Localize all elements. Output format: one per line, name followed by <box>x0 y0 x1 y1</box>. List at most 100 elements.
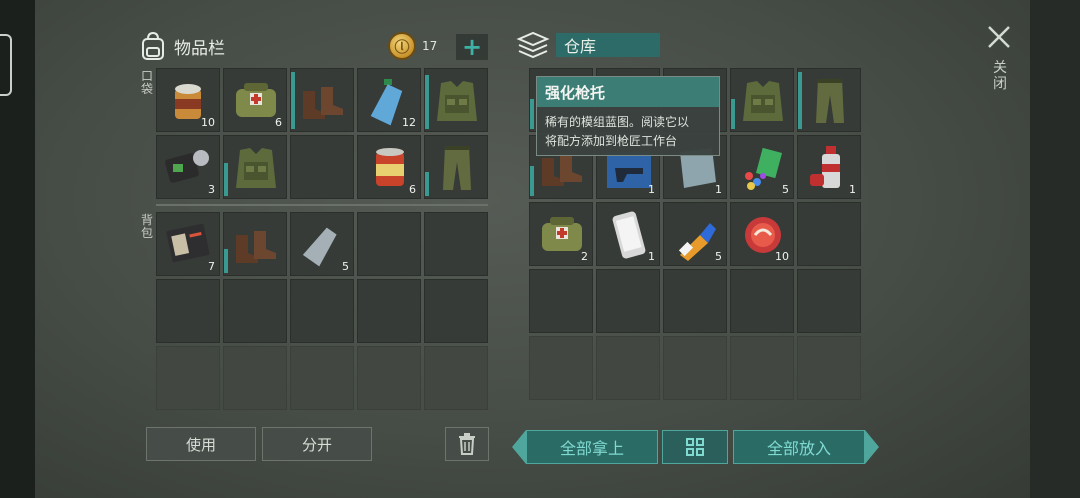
item-slot-camo-vest[interactable] <box>424 68 488 132</box>
put-all-arrow-icon <box>865 430 879 464</box>
item-slot-empty-bottle[interactable]: 5 <box>290 212 354 276</box>
empty-slot[interactable] <box>290 279 354 343</box>
grid-view-icon <box>686 438 704 456</box>
empty-slot[interactable] <box>357 279 421 343</box>
camo-pants-icon <box>816 79 844 123</box>
durability-bar <box>530 99 534 129</box>
item-slot-medkit-bag[interactable]: 2 <box>529 202 593 266</box>
backpack-grid: 75 <box>156 212 488 410</box>
empty-slot[interactable] <box>156 346 220 410</box>
item-quantity: 3 <box>208 183 215 196</box>
right-edge <box>1030 0 1080 498</box>
empty-slot[interactable] <box>357 212 421 276</box>
item-slot-canned-food-open[interactable]: 10 <box>156 68 220 132</box>
empty-slot[interactable] <box>424 279 488 343</box>
item-quantity: 5 <box>342 260 349 273</box>
item-quantity: 1 <box>715 183 722 196</box>
item-quantity: 10 <box>775 250 789 263</box>
empty-slot[interactable] <box>424 212 488 276</box>
camo-vest-icon <box>437 81 477 121</box>
item-quantity: 5 <box>715 250 722 263</box>
camo-pants-icon <box>443 146 471 190</box>
item-quantity: 12 <box>402 116 416 129</box>
durability-bar <box>291 72 295 129</box>
empty-slot[interactable] <box>290 135 354 199</box>
empty-slot[interactable] <box>663 269 727 333</box>
inventory-header: 物品栏 <box>140 31 225 61</box>
inventory-title: 物品栏 <box>174 38 225 59</box>
grid-view-button[interactable] <box>662 430 728 464</box>
tooltip-line: 稀有的模组蓝图。阅读它以 <box>545 115 690 129</box>
durability-bar <box>798 72 802 129</box>
empty-slot[interactable] <box>663 336 727 400</box>
item-slot-wallet-badge[interactable]: 3 <box>156 135 220 199</box>
trash-icon <box>459 433 475 455</box>
storage-stack-icon <box>516 31 550 59</box>
pockets-grid: 10 6 12 3 6 <box>156 68 488 199</box>
close-label[interactable]: 关闭 <box>992 60 1008 92</box>
item-slot-camo-vest[interactable] <box>730 68 794 132</box>
tooltip-description: 稀有的模组蓝图。阅读它以 将配方添加到枪匠工作台 <box>537 107 719 157</box>
item-slot-notebook[interactable]: 7 <box>156 212 220 276</box>
empty-slot[interactable] <box>223 279 287 343</box>
item-quantity: 6 <box>409 183 416 196</box>
left-edge <box>0 0 35 498</box>
item-slot-gems-cards[interactable]: 5 <box>730 135 794 199</box>
trash-button[interactable] <box>445 427 489 461</box>
item-slot-water-bottle[interactable]: 12 <box>357 68 421 132</box>
item-slot-food-can[interactable]: 6 <box>357 135 421 199</box>
empty-slot[interactable] <box>529 336 593 400</box>
boots-icon <box>303 87 343 119</box>
empty-slot[interactable] <box>730 269 794 333</box>
item-slot-boots[interactable] <box>223 212 287 276</box>
take-all-button[interactable]: 全部拿上 <box>526 430 658 464</box>
tooltip-line: 将配方添加到枪匠工作台 <box>545 134 678 148</box>
item-slot-medkit-bag[interactable]: 6 <box>223 68 287 132</box>
durability-bar <box>731 99 735 129</box>
durability-bar <box>425 75 429 129</box>
add-coins-button[interactable]: + <box>456 34 488 60</box>
empty-slot[interactable] <box>797 269 861 333</box>
empty-slot[interactable] <box>223 346 287 410</box>
backpack-label: 背包 <box>140 213 153 240</box>
empty-slot[interactable] <box>357 346 421 410</box>
empty-slot[interactable] <box>730 336 794 400</box>
item-slot-camo-vest[interactable] <box>223 135 287 199</box>
pockets-label: 口袋 <box>140 69 153 96</box>
item-slot-smartphone[interactable]: 1 <box>596 202 660 266</box>
item-slot-camo-pants[interactable] <box>424 135 488 199</box>
empty-slot[interactable] <box>596 336 660 400</box>
empty-slot[interactable] <box>290 346 354 410</box>
take-all-arrow-icon <box>512 430 526 464</box>
empty-slot[interactable] <box>797 202 861 266</box>
item-slot-camo-pants[interactable] <box>797 68 861 132</box>
item-quantity: 2 <box>581 250 588 263</box>
item-quantity: 1 <box>648 183 655 196</box>
empty-slot[interactable] <box>529 269 593 333</box>
item-slot-glue-tube[interactable]: 5 <box>663 202 727 266</box>
boots-icon <box>236 231 276 263</box>
put-all-button[interactable]: 全部放入 <box>733 430 865 464</box>
durability-bar <box>224 249 228 273</box>
empty-slot[interactable] <box>424 346 488 410</box>
empty-slot[interactable] <box>797 336 861 400</box>
close-icon[interactable] <box>986 24 1012 50</box>
split-button[interactable]: 分开 <box>262 427 372 461</box>
item-slot-bottle-caps[interactable]: 10 <box>730 202 794 266</box>
use-button[interactable]: 使用 <box>146 427 256 461</box>
item-slot-boots[interactable] <box>290 68 354 132</box>
item-quantity: 1 <box>648 250 655 263</box>
durability-bar <box>530 166 534 196</box>
durability-bar <box>224 163 228 196</box>
camo-vest-icon <box>236 148 276 188</box>
empty-slot[interactable] <box>156 279 220 343</box>
item-tooltip: 强化枪托 稀有的模组蓝图。阅读它以 将配方添加到枪匠工作台 <box>536 76 720 156</box>
storage-header: 仓库 <box>516 30 660 60</box>
tooltip-title: 强化枪托 <box>537 77 719 107</box>
item-slot-spray-can[interactable]: 1 <box>797 135 861 199</box>
empty-slot[interactable] <box>596 269 660 333</box>
hexagon-menu-icon[interactable] <box>0 34 12 96</box>
item-quantity: 7 <box>208 260 215 273</box>
coin-count: 17 <box>422 39 438 53</box>
storage-title: 仓库 <box>556 33 660 57</box>
